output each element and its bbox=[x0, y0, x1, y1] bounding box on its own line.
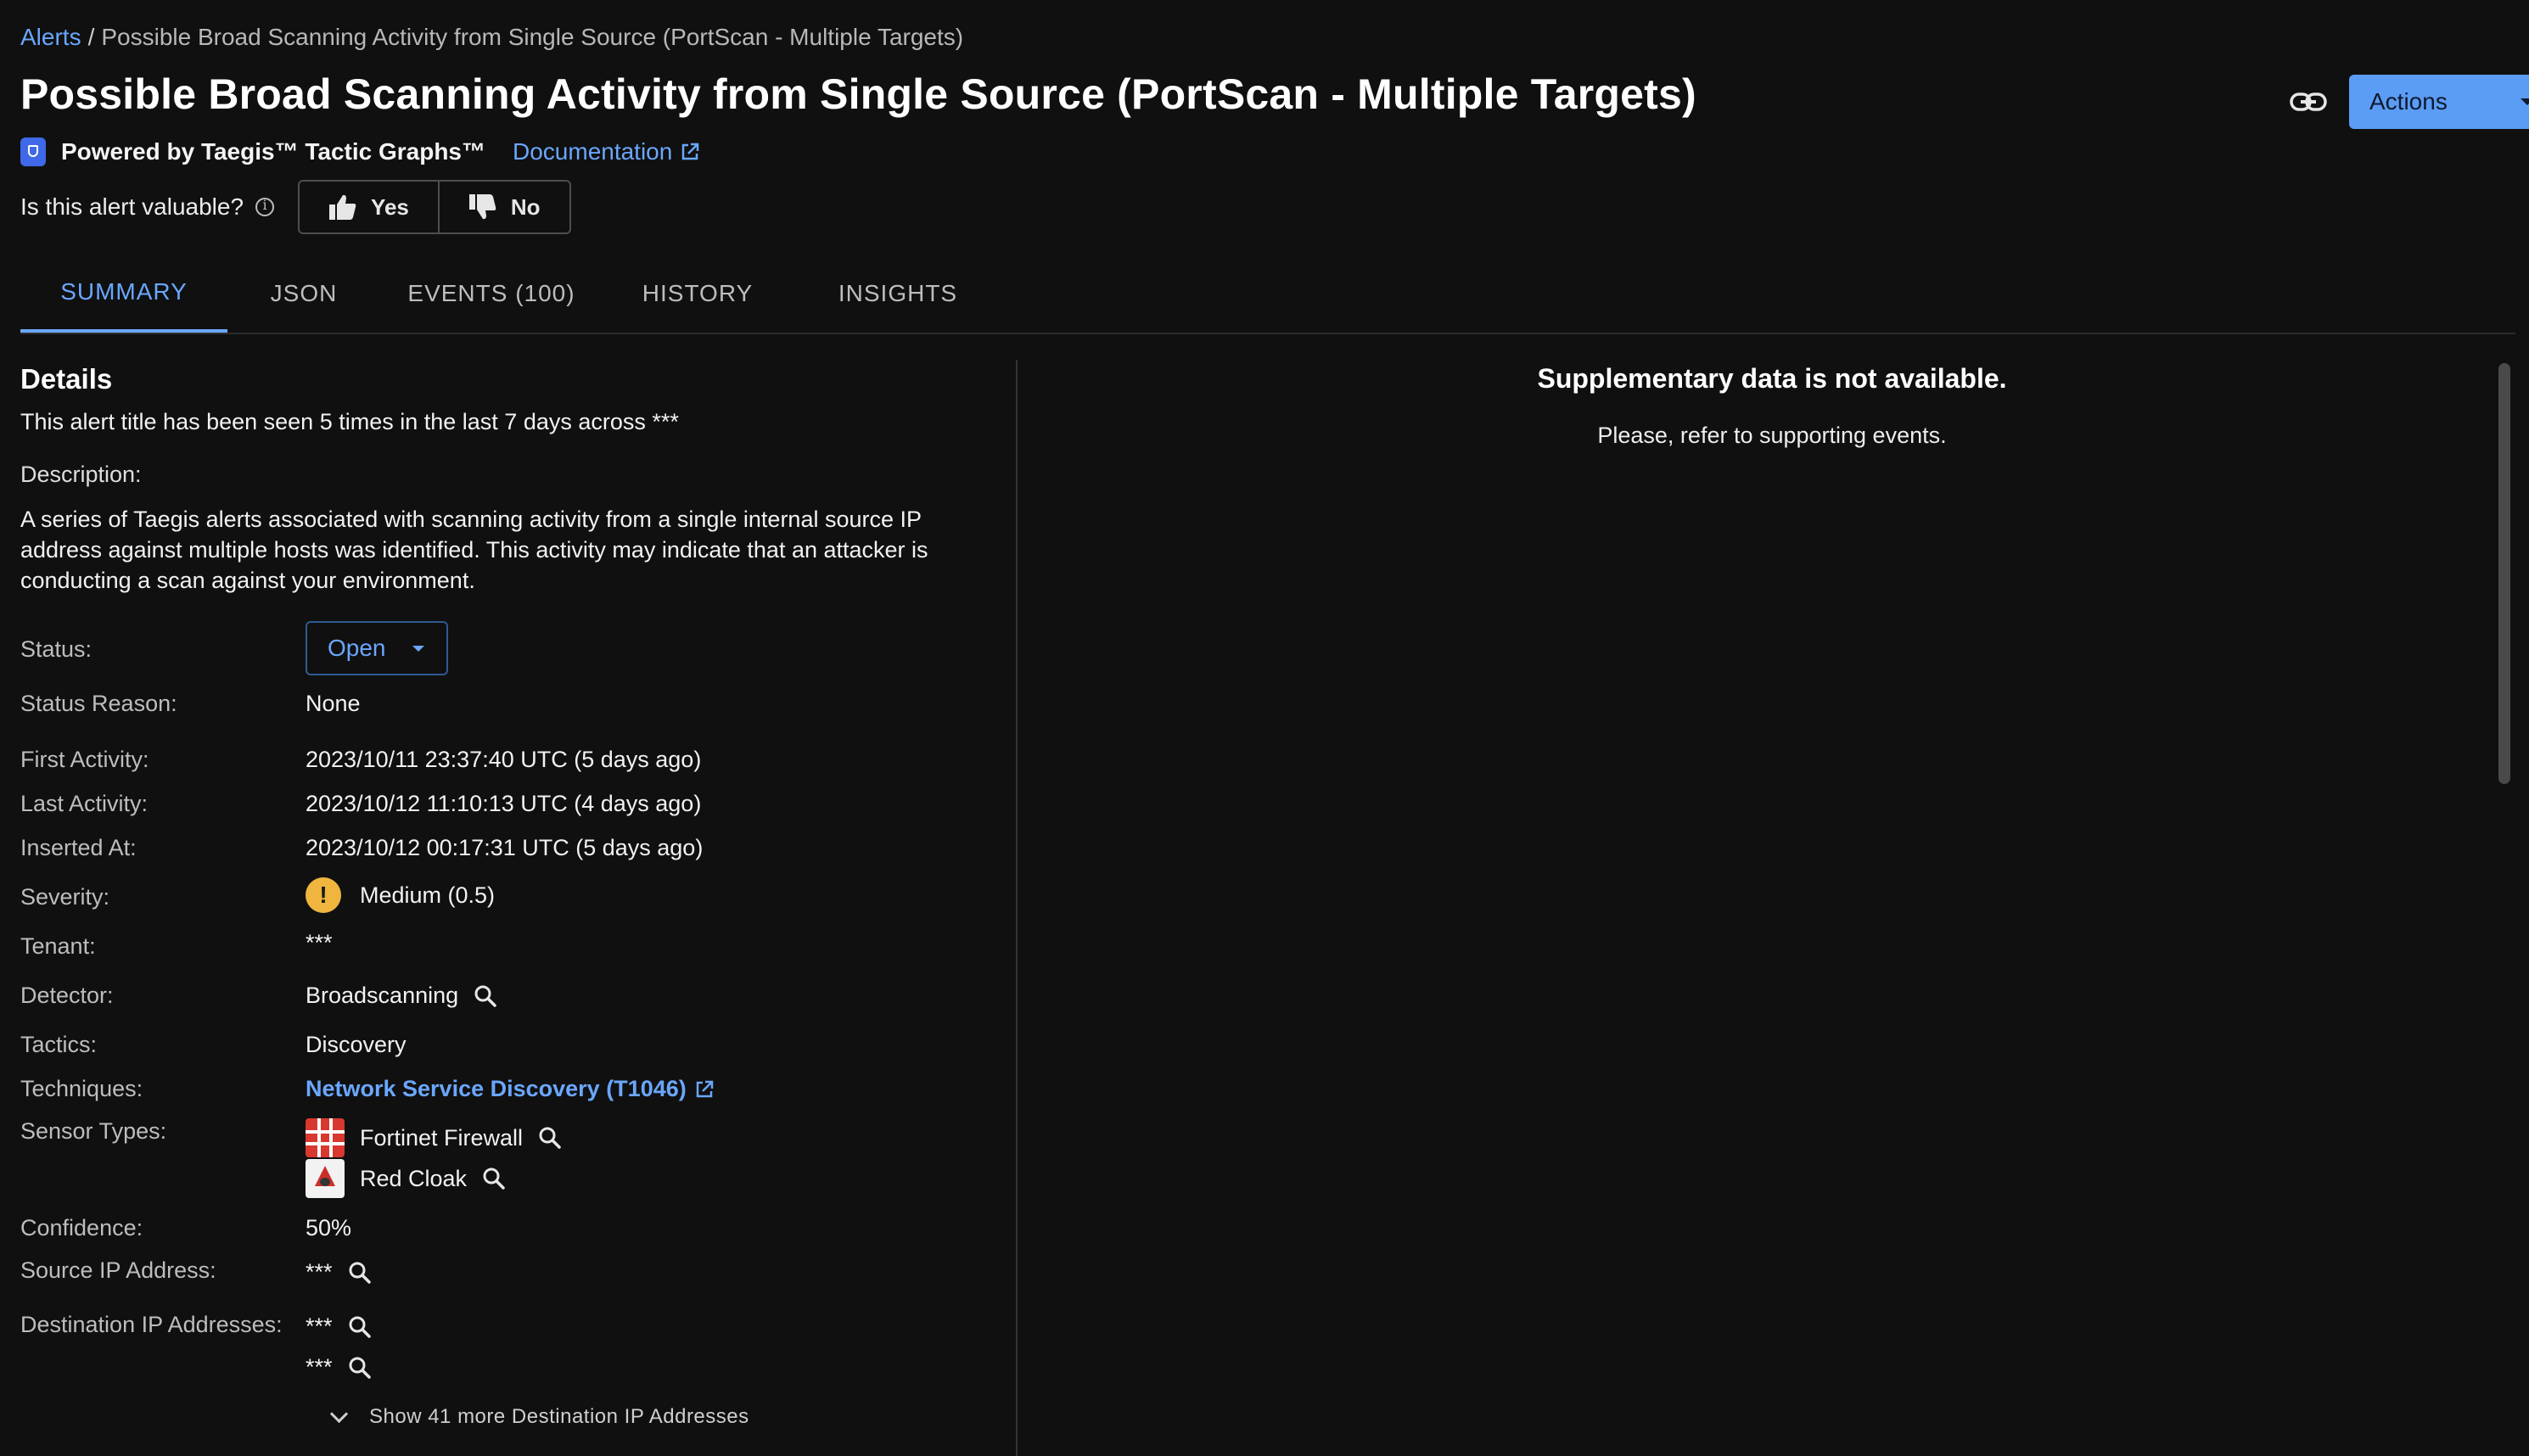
tab-json[interactable]: JSON bbox=[227, 255, 380, 333]
search-icon[interactable] bbox=[348, 1315, 372, 1339]
info-icon[interactable] bbox=[255, 197, 275, 216]
inserted-at-value: 2023/10/12 00:17:31 UTC (5 days ago) bbox=[306, 835, 704, 860]
confidence-label: Confidence: bbox=[20, 1215, 143, 1240]
status-value: Open bbox=[328, 635, 386, 661]
description-text: A series of Taegis alerts associated wit… bbox=[20, 507, 928, 593]
status-reason-value: None bbox=[306, 691, 361, 716]
warning-icon: ! bbox=[306, 877, 341, 913]
technique-link[interactable]: Network Service Discovery (T1046) bbox=[306, 1076, 687, 1102]
breadcrumb-current: Possible Broad Scanning Activity from Si… bbox=[101, 24, 964, 50]
severity-text: Medium (0.5) bbox=[360, 882, 496, 908]
tactics-label: Tactics: bbox=[20, 1032, 98, 1057]
sensor-type-name: Red Cloak bbox=[360, 1165, 468, 1191]
actions-button-label: Actions bbox=[2369, 88, 2448, 115]
external-link-icon bbox=[682, 143, 699, 160]
taegis-shield-icon bbox=[20, 137, 46, 166]
source-ip-text: *** bbox=[306, 1259, 333, 1285]
last-activity-value: 2023/10/12 11:10:13 UTC (4 days ago) bbox=[306, 791, 702, 816]
sensor-type-item: Fortinet Firewall bbox=[306, 1118, 562, 1157]
tab-insights[interactable]: INSIGHTS bbox=[793, 255, 1003, 333]
status-label: Status: bbox=[20, 636, 93, 662]
caret-down-icon bbox=[412, 646, 424, 652]
documentation-link[interactable]: Documentation bbox=[513, 138, 701, 165]
severity-value: ! Medium (0.5) bbox=[306, 877, 495, 913]
breadcrumb-alerts-link[interactable]: Alerts bbox=[20, 24, 81, 50]
search-icon[interactable] bbox=[348, 1261, 372, 1285]
detector-value: Broadscanning bbox=[306, 983, 497, 1009]
search-icon[interactable] bbox=[482, 1167, 506, 1190]
tactics-value: Discovery bbox=[306, 1032, 407, 1057]
tab-events[interactable]: EVENTS (100) bbox=[380, 255, 603, 333]
thumbs-down-icon bbox=[468, 194, 496, 220]
breadcrumb: Alerts / Possible Broad Scanning Activity … bbox=[20, 24, 963, 51]
destination-ip-item: *** bbox=[306, 1313, 372, 1340]
status-dropdown[interactable]: Open bbox=[306, 621, 448, 675]
yes-label: Yes bbox=[371, 193, 409, 220]
search-icon[interactable] bbox=[538, 1126, 562, 1150]
powered-by: Powered by Taegis™ Tactic Graphs™ Docume… bbox=[20, 137, 701, 166]
feedback-button-group: Yes No bbox=[298, 180, 571, 234]
caret-down-icon bbox=[2521, 98, 2529, 105]
actions-button[interactable]: Actions bbox=[2349, 75, 2529, 129]
chevron-down-icon bbox=[329, 1404, 349, 1423]
no-label: No bbox=[510, 193, 541, 220]
last-activity-label: Last Activity: bbox=[20, 791, 149, 816]
supplementary-title: Supplementary data is not available. bbox=[1537, 363, 2007, 394]
powered-by-text: Powered by Taegis™ Tactic Graphs™ bbox=[61, 138, 485, 165]
alert-feedback: Is this alert valuable? Yes No bbox=[20, 180, 571, 234]
search-icon[interactable] bbox=[474, 984, 497, 1008]
no-button[interactable]: No bbox=[437, 182, 569, 232]
copy-link-button[interactable] bbox=[2288, 85, 2329, 119]
destination-ip-text: *** bbox=[306, 1313, 333, 1339]
scrollbar-thumb[interactable] bbox=[2498, 363, 2510, 784]
detector-label: Detector: bbox=[20, 983, 114, 1008]
inserted-at-label: Inserted At: bbox=[20, 835, 137, 860]
panel-divider bbox=[1016, 360, 1018, 1456]
sensor-type-item: Red Cloak bbox=[306, 1159, 506, 1198]
source-ip-value: *** bbox=[306, 1259, 372, 1285]
techniques-label: Techniques: bbox=[20, 1076, 143, 1101]
show-more-destination-ips-button[interactable]: Show 41 more Destination IP Addresses bbox=[329, 1404, 749, 1429]
tab-history[interactable]: HISTORY bbox=[603, 255, 793, 333]
detector-text: Broadscanning bbox=[306, 983, 459, 1008]
documentation-link-label: Documentation bbox=[513, 138, 673, 165]
destination-ips-label: Destination IP Addresses: bbox=[20, 1312, 283, 1337]
details-heading: Details bbox=[20, 363, 113, 395]
first-activity-label: First Activity: bbox=[20, 747, 149, 772]
feedback-question: Is this alert valuable? bbox=[20, 193, 244, 220]
seen-count-text: This alert title has been seen 5 times i… bbox=[20, 409, 679, 434]
description-label: Description: bbox=[20, 462, 142, 487]
tab-summary[interactable]: SUMMARY bbox=[20, 255, 227, 333]
techniques-value: Network Service Discovery (T1046) bbox=[306, 1076, 715, 1102]
supplementary-subtitle: Please, refer to supporting events. bbox=[1597, 423, 1947, 448]
breadcrumb-separator: / bbox=[87, 24, 95, 50]
sensor-types-label: Sensor Types: bbox=[20, 1118, 167, 1144]
severity-label: Severity: bbox=[20, 884, 110, 910]
yes-button[interactable]: Yes bbox=[300, 182, 438, 232]
red-cloak-logo-icon bbox=[306, 1159, 345, 1198]
status-reason-label: Status Reason: bbox=[20, 691, 177, 716]
show-more-label: Show 41 more Destination IP Addresses bbox=[369, 1405, 749, 1428]
confidence-value: 50% bbox=[306, 1215, 352, 1240]
tabs-divider bbox=[20, 333, 2515, 334]
tenant-label: Tenant: bbox=[20, 933, 96, 959]
source-ip-label: Source IP Address: bbox=[20, 1257, 216, 1283]
sensor-type-name: Fortinet Firewall bbox=[360, 1124, 524, 1151]
fortinet-logo-icon bbox=[306, 1118, 345, 1157]
destination-ip-text: *** bbox=[306, 1354, 333, 1380]
destination-ip-item: *** bbox=[306, 1354, 372, 1380]
link-icon bbox=[2290, 92, 2327, 111]
external-link-icon bbox=[696, 1080, 713, 1097]
first-activity-value: 2023/10/11 23:37:40 UTC (5 days ago) bbox=[306, 747, 702, 772]
tab-bar: SUMMARY JSON EVENTS (100) HISTORY INSIGH… bbox=[20, 255, 1003, 333]
tenant-value: *** bbox=[306, 930, 333, 955]
search-icon[interactable] bbox=[348, 1356, 372, 1380]
thumbs-up-icon bbox=[329, 194, 356, 220]
page-title: Possible Broad Scanning Activity from Si… bbox=[20, 70, 1696, 118]
